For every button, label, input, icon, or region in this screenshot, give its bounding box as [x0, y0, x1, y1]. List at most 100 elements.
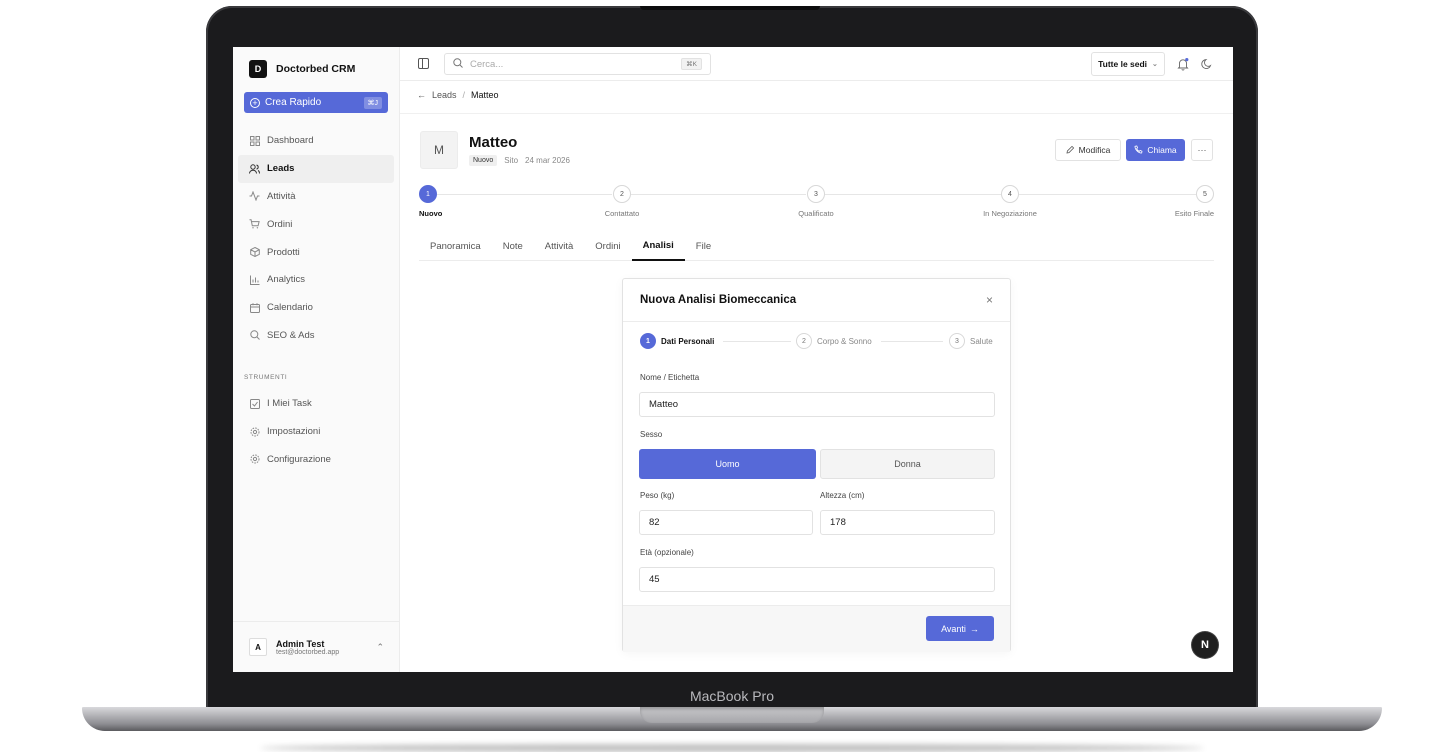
arrow-right-icon: →: [969, 623, 979, 634]
sidebar-item-label: Analytics: [267, 274, 306, 286]
bar-chart-icon: [249, 274, 260, 285]
sidebar-item-dashboard[interactable]: Dashboard: [238, 127, 394, 155]
pipeline-step-label: Nuovo: [419, 209, 443, 218]
edit-button[interactable]: Modifica: [1055, 139, 1121, 161]
bell-icon[interactable]: [1176, 57, 1190, 71]
dialog-step-label: Corpo & Sonno: [817, 336, 872, 346]
sidebar-item-label: Calendario: [267, 302, 313, 314]
chevron-down-icon: ⌄: [1152, 61, 1158, 68]
next-button[interactable]: Avanti →: [926, 616, 994, 641]
pipeline-step-5[interactable]: 5: [1196, 185, 1214, 203]
name-field[interactable]: [639, 392, 995, 417]
dev-tools-badge[interactable]: N: [1192, 632, 1218, 658]
breadcrumb-parent[interactable]: Leads: [432, 90, 457, 100]
dialog-title: Nuova Analisi Biomeccanica: [640, 294, 797, 306]
age-field-label: Età (opzionale): [640, 548, 694, 557]
brand[interactable]: D Doctorbed CRM: [249, 60, 355, 78]
dialog-step-label: Dati Personali: [661, 336, 715, 346]
quick-create-button[interactable]: + Crea Rapido ⌘J: [244, 92, 388, 113]
dialog-step-1[interactable]: 1 Dati Personali: [640, 333, 714, 349]
tools-nav: I Miei Task Impostazioni Configurazione: [233, 390, 400, 473]
pipeline-step-3[interactable]: 3: [807, 185, 825, 203]
analysis-dialog: Nuova Analisi Biomeccanica × 1 Dati Pers…: [622, 278, 1011, 652]
close-icon[interactable]: ×: [986, 293, 993, 307]
dialog-step-2[interactable]: 2 Corpo & Sonno: [796, 333, 872, 349]
call-button[interactable]: Chiama: [1126, 139, 1185, 161]
pipeline-step-1[interactable]: 1: [419, 185, 437, 203]
laptop-shadow: [260, 744, 1204, 752]
dialog-step-label: Salute: [970, 336, 993, 346]
tab-file[interactable]: File: [685, 232, 722, 261]
users-icon: [249, 163, 260, 174]
stepper-connector: [631, 193, 806, 195]
sidebar-item-seo-ads[interactable]: SEO & Ads: [238, 322, 394, 350]
brand-logo: D: [249, 60, 267, 78]
quick-create-label: Crea Rapido: [265, 97, 322, 108]
gear-icon: [249, 426, 260, 437]
chevron-up-icon: ⌃: [376, 641, 384, 652]
sidebar-item-leads[interactable]: Leads: [238, 154, 394, 183]
search-icon: [249, 330, 260, 341]
sidebar-item-my-tasks[interactable]: I Miei Task: [238, 390, 394, 418]
sidebar-item-label: Impostazioni: [267, 426, 321, 438]
height-field[interactable]: [820, 510, 995, 535]
sidebar-item-impostazioni[interactable]: Impostazioni: [238, 418, 394, 446]
breadcrumb-current: Matteo: [471, 90, 499, 100]
avatar: A: [249, 638, 267, 656]
dialog-step-number: 1: [640, 333, 656, 349]
quick-create-shortcut: ⌘J: [363, 96, 382, 109]
dialog-step-number: 3: [949, 333, 965, 349]
sex-field-label: Sesso: [640, 430, 663, 439]
weight-field-label: Peso (kg): [640, 491, 675, 500]
pipeline-step-4[interactable]: 4: [1001, 185, 1019, 203]
dialog-step-3[interactable]: 3 Salute: [949, 333, 993, 349]
sex-option-male[interactable]: Uomo: [639, 449, 816, 479]
sidebar-item-label: Dashboard: [267, 135, 314, 147]
tab-note[interactable]: Note: [492, 232, 534, 261]
tools-section-label: STRUMENTI: [244, 374, 288, 381]
search-box[interactable]: ⌘K: [444, 53, 711, 75]
sidebar-item-label: Configurazione: [267, 453, 331, 465]
dialog-step-connector: [723, 341, 791, 342]
lead-avatar: M: [420, 131, 458, 169]
search-shortcut: ⌘K: [681, 58, 702, 70]
weight-field[interactable]: [639, 510, 813, 535]
breadcrumb-separator: /: [462, 90, 466, 100]
lead-source: Sito: [504, 156, 519, 165]
package-icon: [249, 247, 260, 258]
search-input[interactable]: [470, 58, 675, 70]
sidebar-item-ordini[interactable]: Ordini: [238, 210, 394, 238]
height-field-label: Altezza (cm): [820, 491, 865, 500]
sidebar-item-configurazione[interactable]: Configurazione: [238, 446, 394, 474]
stepper-connector: [825, 193, 1001, 195]
brand-name: Doctorbed CRM: [276, 63, 356, 75]
checkbox-icon: [249, 398, 260, 409]
stepper-connector: [1019, 193, 1196, 195]
calendar-icon: [249, 302, 260, 313]
sidebar-item-calendario[interactable]: Calendario: [238, 294, 394, 322]
grid-icon: [249, 135, 260, 146]
location-select[interactable]: Tutte le sedi ⌄: [1091, 52, 1165, 76]
sidebar-toggle-icon[interactable]: [418, 58, 429, 69]
tab-panoramica[interactable]: Panoramica: [419, 232, 492, 261]
sidebar-item-analytics[interactable]: Analytics: [238, 266, 394, 294]
pipeline-step-2[interactable]: 2: [613, 185, 631, 203]
moon-icon[interactable]: [1200, 57, 1214, 71]
dialog-header: Nuova Analisi Biomeccanica ×: [623, 279, 1010, 322]
back-arrow-icon[interactable]: ←: [417, 90, 426, 100]
sidebar-item-prodotti[interactable]: Prodotti: [238, 238, 394, 266]
status-badge: Nuovo: [469, 155, 498, 166]
page-title: Matteo: [469, 134, 518, 151]
sex-option-female[interactable]: Donna: [820, 449, 995, 479]
name-field-label: Nome / Etichetta: [640, 373, 700, 382]
more-options-button[interactable]: ···: [1191, 139, 1213, 161]
phone-icon: [1134, 145, 1143, 156]
tab-analisi[interactable]: Analisi: [631, 232, 685, 261]
user-menu[interactable]: A Admin Test test@doctorbed.app ⌃: [233, 621, 400, 672]
age-field[interactable]: [639, 567, 995, 592]
sidebar-item-attivita[interactable]: Attività: [238, 183, 394, 211]
tab-ordini[interactable]: Ordini: [584, 232, 631, 261]
sidebar-item-label: I Miei Task: [267, 398, 312, 410]
tab-attivita[interactable]: Attività: [534, 232, 585, 261]
user-info: Admin Test test@doctorbed.app: [276, 639, 339, 656]
